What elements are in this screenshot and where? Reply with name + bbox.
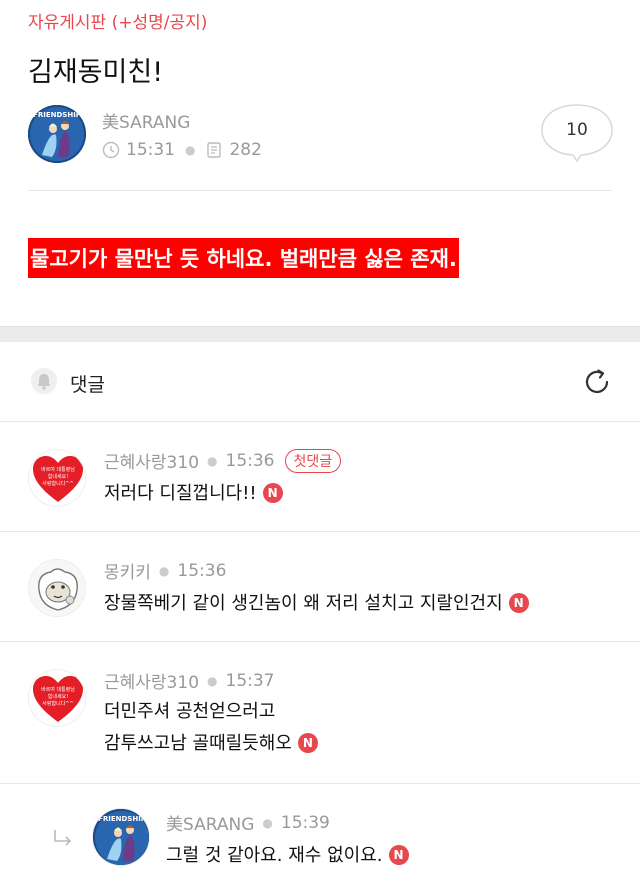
new-badge: N [508,593,529,613]
meta-separator: ● [207,453,218,468]
commenter-name[interactable]: 美SARANG [166,810,254,835]
comment-item: 바르여 대통령님 힘내세요! 사랑합니다^^ 근혜사랑310 ● 15:36 첫… [0,422,640,532]
commenter-name[interactable]: 몽키키 [104,558,151,583]
monkey-avatar-image [29,560,85,616]
new-badge: N [297,733,318,753]
refresh-icon[interactable] [580,365,614,399]
document-icon [207,142,222,158]
commenter-avatar[interactable]: FRIENDSHIP [92,808,150,866]
new-badge: N [388,845,409,865]
comment-text: 저러다 디질껍니다!! N [104,478,283,510]
avatar-line: 사랑합니다^^ [42,700,73,707]
comment-text: 더민주셔 공천얻으러고 감투쓰고남 골때릴듯해오 N [104,696,318,760]
post-meta: 15:31 ● 282 [102,140,262,160]
comment-meta: 근혜사랑310 ● 15:37 [104,668,275,694]
avatar-line: 바르여 대통령님 [41,466,75,473]
commenter-avatar[interactable] [28,559,86,617]
comment-line: 저러다 디질껍니다!! [104,483,257,504]
meta-separator: ● [185,143,196,157]
avatar-text: FRIENDSHIP [33,111,81,119]
post-content: 물고기가 물만난 듯 하네요. 벌래만큼 싫은 존재. [28,238,459,278]
avatar-image: FRIENDSHIP [93,809,149,865]
author-name[interactable]: 美SARANG [102,108,190,133]
heart-avatar-image: 바르여 대통령님 힘내세요! 사랑합니다^^ [29,450,85,506]
heart-avatar-image: 바르여 대통령님 힘내세요! 사랑합니다^^ [29,670,85,726]
avatar-text: FRIENDSHIP [98,815,146,823]
avatar-line: 사랑합니다^^ [42,480,73,487]
comment-line: 그럴 것 같아요. 재수 없이요. [166,845,383,866]
comments-header: 댓글 [0,342,640,422]
bell-icon[interactable] [30,367,58,395]
new-badge: N [262,483,283,503]
post-time: 15:31 [126,140,175,160]
header-divider [28,190,612,191]
comment-meta: 근혜사랑310 ● 15:36 첫댓글 [104,448,342,473]
author-avatar[interactable]: FRIENDSHIP [28,105,86,163]
post-title: 김재동미친! [28,57,164,88]
comment-line: 감투쓰고남 골때릴듯해오 [104,733,292,754]
comment-count[interactable]: 10 [541,120,613,140]
comment-time: 15:36 [177,560,227,581]
view-count: 282 [229,140,262,160]
first-comment-badge: 첫댓글 [284,448,342,473]
commenter-avatar[interactable]: 바르여 대통령님 힘내세요! 사랑합니다^^ [28,669,86,727]
comment-line: 장물쪽베기 같이 생긴놈이 왜 저리 설치고 지랄인건지 [104,593,503,614]
avatar-line: 힘내세요! [48,693,68,700]
clock-icon [102,141,120,159]
comment-text: 장물쪽베기 같이 생긴놈이 왜 저리 설치고 지랄인건지 N [104,588,529,620]
reply-comment-item: FRIENDSHIP 美SARANG ● 15:39 그럴 것 같아요. 재수 … [0,784,640,890]
comment-meta: 美SARANG ● 15:39 [166,810,330,836]
comment-time: 15:36 [225,450,275,471]
commenter-avatar[interactable]: 바르여 대통령님 힘내세요! 사랑합니다^^ [28,449,86,507]
meta-separator: ● [158,563,170,578]
comment-meta: 몽키키 ● 15:36 [104,558,227,584]
comment-text: 그럴 것 같아요. 재수 없이요. N [166,840,409,872]
avatar-image: FRIENDSHIP [28,105,86,163]
meta-separator: ● [207,673,218,688]
section-gap [0,326,640,342]
commenter-name[interactable]: 근혜사랑310 [104,668,199,693]
meta-separator: ● [262,815,273,830]
comment-line: 더민주셔 공천얻으러고 [104,701,276,722]
comment-time: 15:37 [225,670,275,691]
board-name[interactable]: 자유게시판 (+성명/공지) [28,8,207,33]
avatar-line: 힘내세요! [48,473,68,480]
comment-item: 몽키키 ● 15:36 장물쪽베기 같이 생긴놈이 왜 저리 설치고 지랄인건지… [0,532,640,642]
comments-label: 댓글 [70,374,105,396]
comment-time: 15:39 [280,812,330,833]
avatar-line: 바르여 대통령님 [41,686,75,693]
comment-item: 바르여 대통령님 힘내세요! 사랑합니다^^ 근혜사랑310 ● 15:37 더… [0,642,640,784]
commenter-name[interactable]: 근혜사랑310 [104,448,199,473]
